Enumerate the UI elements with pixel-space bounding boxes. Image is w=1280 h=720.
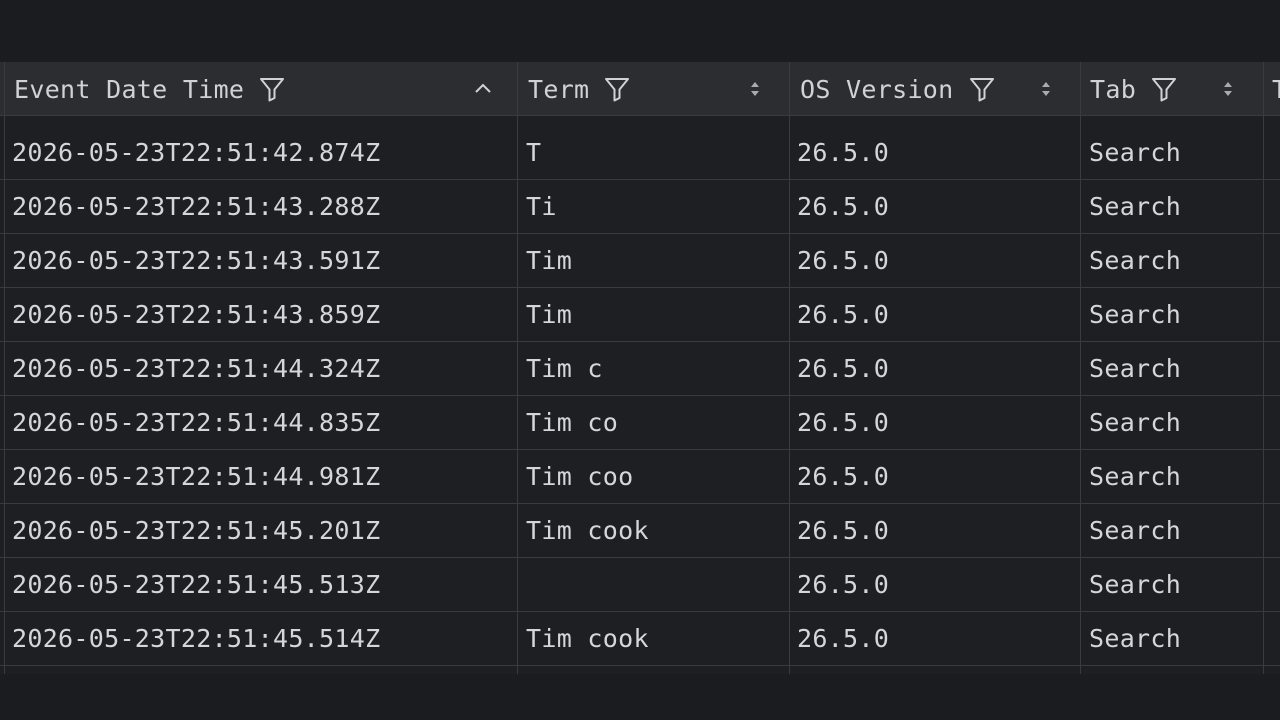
cell-tab: Search [1089,624,1182,653]
filter-icon[interactable] [258,75,286,103]
cell-os-version: 26.5.0 [797,138,890,167]
cell-event-date-time: 2026-05-23T22:51:45.201Z [12,516,381,545]
table-row[interactable]: 2026-05-23T22:51:43.859Z Tim 26.5.0 Sear… [0,288,1280,342]
bottom-bar-area [0,674,1280,720]
cell-event-date-time: 2026-05-23T22:51:45.514Z [12,624,381,653]
cell-tab: Search [1089,192,1182,221]
cell-event-date-time: 2026-05-23T22:51:44.324Z [12,354,381,383]
table-row[interactable]: 2026-05-23T22:51:43.288Z Ti 26.5.0 Searc… [0,180,1280,234]
cell-event-date-time: 2026-05-23T22:51:45.513Z [12,570,381,599]
table-row[interactable]: 2026-05-23T22:51:45.201Z Tim cook 26.5.0… [0,504,1280,558]
filter-icon[interactable] [1150,75,1178,103]
cell-term: Tim co [526,408,619,437]
cell-term: Tim cook [526,624,649,653]
cell-tab: Search [1089,516,1182,545]
column-header-label: Term [528,74,590,104]
cell-tab: Search [1089,408,1182,437]
cell-term: Tim [526,246,573,275]
table-row[interactable]: 2026-05-23T22:51:44.324Z Tim c 26.5.0 Se… [0,342,1280,396]
table-row[interactable]: 2026-05-23T22:51:44.981Z Tim coo 26.5.0 … [0,450,1280,504]
cell-os-version: 26.5.0 [797,300,890,329]
table-row[interactable]: 2026-05-23T22:51:42.874Z T 26.5.0 Search [0,126,1280,180]
chevron-up-icon[interactable] [472,62,494,116]
cell-os-version: 26.5.0 [797,354,890,383]
table-row[interactable]: 2026-05-23T22:51:45.513Z 26.5.0 Search [0,558,1280,612]
column-header-event-date-time[interactable]: Event Date Time [14,62,514,116]
cell-tab: Search [1089,354,1182,383]
cell-term: Ti [526,192,557,221]
cell-os-version: 26.5.0 [797,192,890,221]
top-toolbar-area [0,0,1280,62]
cell-term: Tim cook [526,516,649,545]
cell-tab: Search [1089,138,1182,167]
table-row[interactable]: 2026-05-23T22:51:45.514Z Tim cook 26.5.0… [0,612,1280,666]
cell-event-date-time: 2026-05-23T22:51:44.981Z [12,462,381,491]
cell-tab: Search [1089,246,1182,275]
cell-tab: Search [1089,300,1182,329]
cell-event-date-time: 2026-05-23T22:51:43.591Z [12,246,381,275]
cell-event-date-time: 2026-05-23T22:51:43.288Z [12,192,381,221]
cell-tab: Search [1089,462,1182,491]
cell-os-version: 26.5.0 [797,462,890,491]
cell-os-version: 26.5.0 [797,516,890,545]
column-header-partial[interactable]: T [1272,62,1280,116]
cell-term: Tim [526,300,573,329]
cell-term: T [526,138,542,167]
sort-updown-icon[interactable] [746,62,764,116]
sort-updown-icon[interactable] [1219,62,1237,116]
filter-icon[interactable] [603,75,631,103]
table-header: Event Date Time Term OS Version Tab T [0,62,1280,116]
column-header-label: OS Version [800,74,954,104]
cell-os-version: 26.5.0 [797,570,890,599]
cell-term: Tim c [526,354,603,383]
cell-event-date-time: 2026-05-23T22:51:42.874Z [12,138,381,167]
cell-os-version: 26.5.0 [797,408,890,437]
cell-tab: Search [1089,570,1182,599]
cell-os-version: 26.5.0 [797,246,890,275]
data-grid: Event Date Time Term OS Version Tab T 20… [0,62,1280,674]
filter-icon[interactable] [968,75,996,103]
column-header-label: T [1272,74,1280,104]
table-row[interactable]: 2026-05-23T22:51:43.591Z Tim 26.5.0 Sear… [0,234,1280,288]
cell-term: Tim coo [526,462,634,491]
cell-event-date-time: 2026-05-23T22:51:44.835Z [12,408,381,437]
table-row[interactable]: 2026-05-23T22:51:44.835Z Tim co 26.5.0 S… [0,396,1280,450]
cell-event-date-time: 2026-05-23T22:51:43.859Z [12,300,381,329]
column-header-label: Event Date Time [14,74,245,104]
cell-os-version: 26.5.0 [797,624,890,653]
sort-updown-icon[interactable] [1037,62,1055,116]
column-header-label: Tab [1090,74,1137,104]
